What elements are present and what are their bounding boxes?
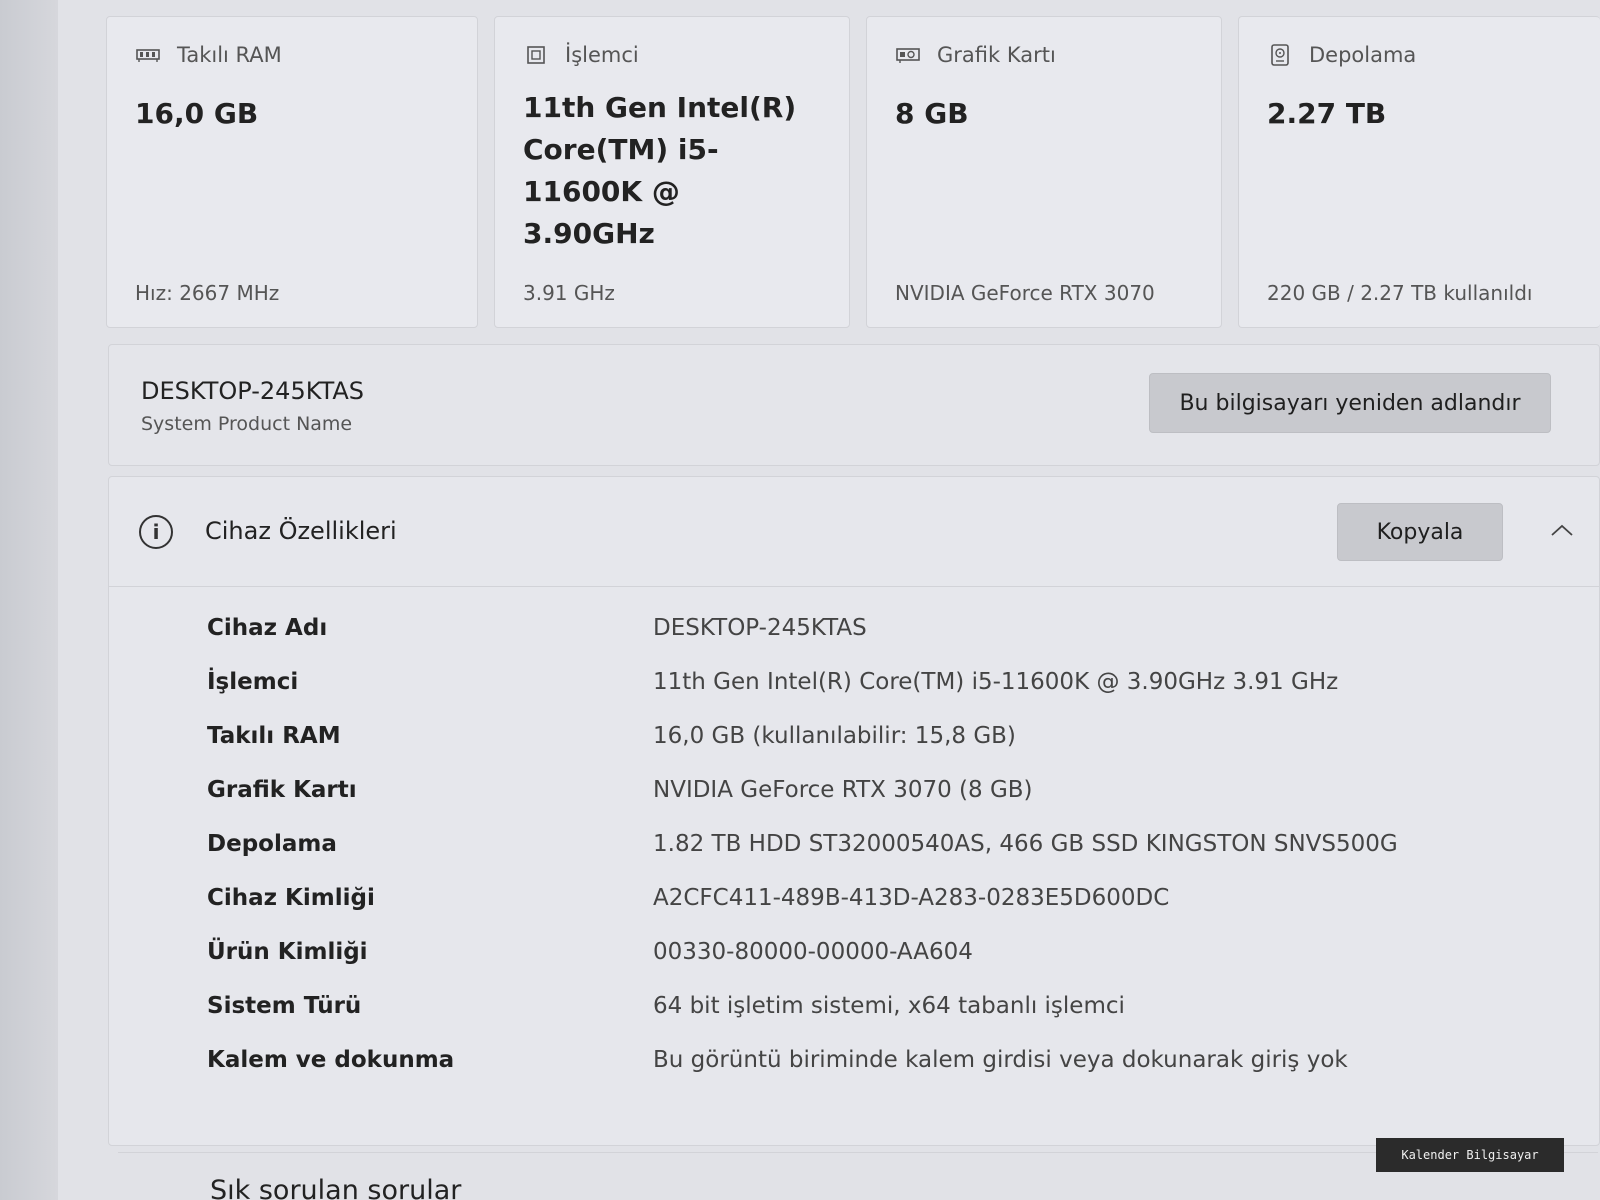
spec-value[interactable]: 1.82 TB HDD ST32000540AS, 466 GB SSD KIN… bbox=[653, 831, 1398, 857]
pc-model: System Product Name bbox=[141, 413, 353, 435]
processor-icon bbox=[523, 45, 549, 65]
left-edge bbox=[0, 0, 58, 1200]
ram-card: Takılı RAM 16,0 GB Hız: 2667 MHz bbox=[106, 16, 478, 328]
storage-card-header: Depolama bbox=[1267, 43, 1572, 67]
about-page: Takılı RAM 16,0 GB Hız: 2667 MHz İşlemci… bbox=[58, 0, 1600, 1200]
spec-row-product-id: Ürün Kimliği 00330-80000-00000-AA604 bbox=[207, 939, 1507, 993]
spec-value[interactable]: 64 bit işletim sistemi, x64 tabanlı işle… bbox=[653, 993, 1125, 1019]
spec-row-pen-touch: Kalem ve dokunma Bu görüntü biriminde ka… bbox=[207, 1047, 1507, 1101]
spec-row-system-type: Sistem Türü 64 bit işletim sistemi, x64 … bbox=[207, 993, 1507, 1047]
spec-label: Depolama bbox=[207, 831, 337, 857]
watermark: Kalender Bilgisayar bbox=[1376, 1138, 1564, 1172]
processor-card-title: İşlemci bbox=[565, 43, 639, 67]
graphics-card-icon bbox=[895, 45, 921, 65]
spec-value[interactable]: 11th Gen Intel(R) Core(TM) i5-11600K @ 3… bbox=[653, 669, 1338, 695]
graphics-card-footer: NVIDIA GeForce RTX 3070 bbox=[895, 281, 1155, 305]
ram-card-header: Takılı RAM bbox=[135, 43, 449, 67]
rename-pc-button[interactable]: Bu bilgisayarı yeniden adlandır bbox=[1149, 373, 1551, 433]
spec-value[interactable]: 00330-80000-00000-AA604 bbox=[653, 939, 973, 965]
spec-value[interactable]: DESKTOP-245KTAS bbox=[653, 615, 867, 641]
storage-icon bbox=[1267, 44, 1293, 66]
faq-title: Sık sorulan sorular bbox=[210, 1175, 462, 1200]
ram-card-title: Takılı RAM bbox=[177, 43, 282, 67]
storage-card-title: Depolama bbox=[1309, 43, 1417, 67]
spec-label: Kalem ve dokunma bbox=[207, 1047, 455, 1073]
spec-row-device-id: Cihaz Kimliği A2CFC411-489B-413D-A283-02… bbox=[207, 885, 1507, 939]
spec-label: Grafik Kartı bbox=[207, 777, 357, 803]
spec-value[interactable]: 16,0 GB (kullanılabilir: 15,8 GB) bbox=[653, 723, 1016, 749]
pc-name: DESKTOP-245KTAS bbox=[141, 377, 365, 405]
graphics-card-header: Grafik Kartı bbox=[895, 43, 1193, 67]
spec-row-storage: Depolama 1.82 TB HDD ST32000540AS, 466 G… bbox=[207, 831, 1507, 885]
spec-row-processor: İşlemci 11th Gen Intel(R) Core(TM) i5-11… bbox=[207, 669, 1507, 723]
graphics-card-value: 8 GB bbox=[895, 97, 969, 130]
storage-card-footer: 220 GB / 2.27 TB kullanıldı bbox=[1267, 281, 1533, 305]
device-specs-header[interactable]: i Cihaz Özellikleri Kopyala bbox=[109, 477, 1599, 587]
storage-card: Depolama 2.27 TB 220 GB / 2.27 TB kullan… bbox=[1238, 16, 1600, 328]
info-icon: i bbox=[139, 515, 173, 549]
processor-card-value: 11th Gen Intel(R) Core(TM) i5-11600K @ 3… bbox=[523, 91, 797, 250]
spec-label: İşlemci bbox=[207, 669, 299, 695]
graphics-card: Grafik Kartı 8 GB NVIDIA GeForce RTX 307… bbox=[866, 16, 1222, 328]
spec-row-graphics: Grafik Kartı NVIDIA GeForce RTX 3070 (8 … bbox=[207, 777, 1507, 831]
processor-card-footer: 3.91 GHz bbox=[523, 281, 615, 305]
ram-card-footer: Hız: 2667 MHz bbox=[135, 281, 280, 305]
spec-value[interactable]: A2CFC411-489B-413D-A283-0283E5D600DC bbox=[653, 885, 1169, 911]
device-specs-section: i Cihaz Özellikleri Kopyala Cihaz Adı DE… bbox=[108, 476, 1600, 1146]
copy-button[interactable]: Kopyala bbox=[1337, 503, 1503, 561]
storage-card-value: 2.27 TB bbox=[1267, 97, 1387, 130]
processor-card: İşlemci 11th Gen Intel(R) Core(TM) i5-11… bbox=[494, 16, 850, 328]
spec-label: Sistem Türü bbox=[207, 993, 362, 1019]
graphics-card-title: Grafik Kartı bbox=[937, 43, 1056, 67]
chevron-up-icon[interactable] bbox=[1549, 517, 1575, 543]
spec-label: Takılı RAM bbox=[207, 723, 341, 749]
spec-value[interactable]: NVIDIA GeForce RTX 3070 (8 GB) bbox=[653, 777, 1033, 803]
spec-row-device-name: Cihaz Adı DESKTOP-245KTAS bbox=[207, 615, 1507, 669]
spec-label: Cihaz Adı bbox=[207, 615, 328, 641]
pc-name-section: DESKTOP-245KTAS System Product Name Bu b… bbox=[108, 344, 1600, 466]
processor-card-header: İşlemci bbox=[523, 43, 821, 67]
ram-icon bbox=[135, 45, 161, 65]
ram-card-value: 16,0 GB bbox=[135, 97, 259, 130]
spec-label: Cihaz Kimliği bbox=[207, 885, 375, 911]
spec-label: Ürün Kimliği bbox=[207, 939, 368, 965]
device-specs-list: Cihaz Adı DESKTOP-245KTAS İşlemci 11th G… bbox=[207, 615, 1507, 1101]
spec-row-ram: Takılı RAM 16,0 GB (kullanılabilir: 15,8… bbox=[207, 723, 1507, 777]
device-specs-title: Cihaz Özellikleri bbox=[205, 517, 397, 545]
spec-value[interactable]: Bu görüntü biriminde kalem girdisi veya … bbox=[653, 1047, 1348, 1073]
